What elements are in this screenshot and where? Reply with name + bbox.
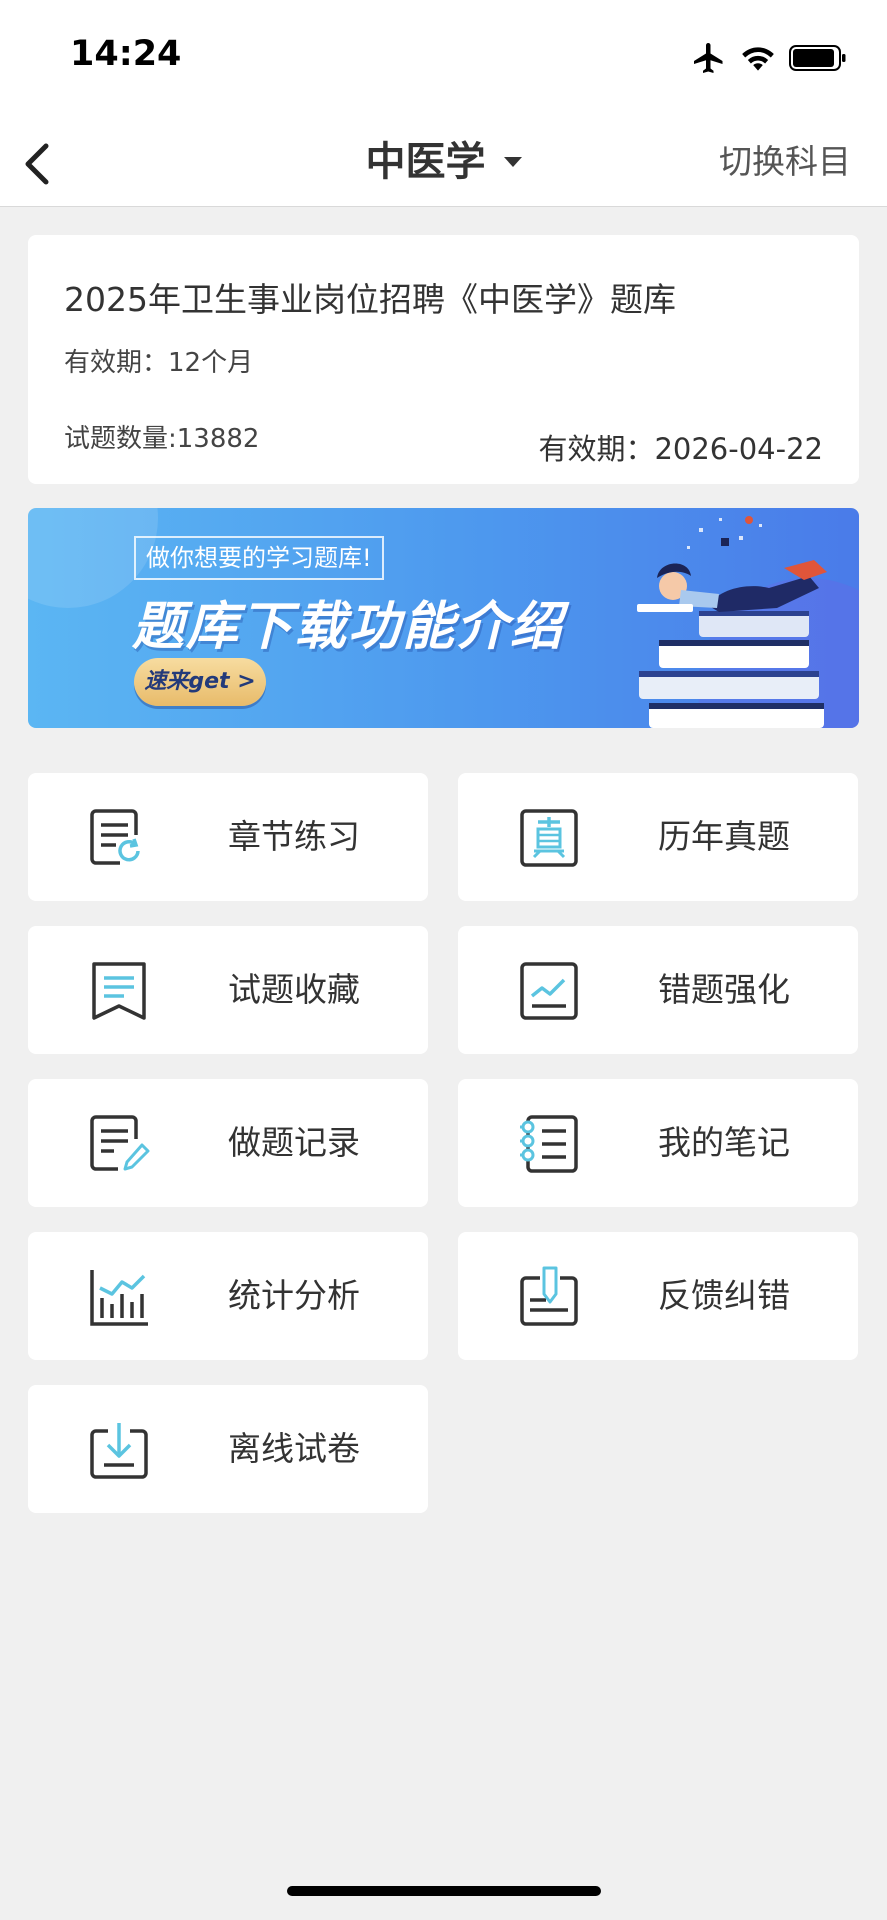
question-bank-card: 2025年卫生事业岗位招聘《中医学》题库 有效期：12个月 试题数量:13882… [28,235,859,484]
download-icon [90,1423,148,1479]
menu-item-mistake-review[interactable]: 错题强化 [458,926,858,1054]
notebook-icon [520,1115,578,1173]
wifi-icon [742,47,774,71]
menu-item-feedback[interactable]: 反馈纠错 [458,1232,858,1360]
menu-item-statistics[interactable]: 统计分析 [28,1232,428,1360]
menu-item-label: 离线试卷 [228,1429,360,1468]
status-time: 14:24 [70,34,182,74]
menu-item-label: 我的笔记 [658,1123,790,1162]
feedback-icon [520,1266,578,1326]
past-exams-icon [520,809,578,867]
navigation-bar: 中医学 切换科目 [0,120,887,207]
switch-subject-button[interactable]: 切换科目 [719,140,851,184]
home-indicator [287,1886,601,1896]
airplane-icon [694,43,723,73]
student-on-books-illustration [637,516,827,728]
validity-period: 有效期：12个月 [64,348,254,378]
menu-item-favorites[interactable]: 试题收藏 [28,926,428,1054]
menu-item-practice-record[interactable]: 做题记录 [28,1079,428,1207]
question-count: 试题数量:13882 [64,424,260,454]
mistake-review-icon [520,962,578,1020]
banner-cta-button[interactable]: 速来get > [134,658,266,706]
record-icon [90,1115,150,1171]
menu-item-label: 做题记录 [228,1123,360,1162]
card-title: 2025年卫生事业岗位招聘《中医学》题库 [64,280,676,319]
banner-title: 题库下载功能介绍 [132,597,565,657]
menu-item-my-notes[interactable]: 我的笔记 [458,1079,858,1207]
menu-item-label: 试题收藏 [228,970,360,1009]
menu-item-label: 章节练习 [228,817,360,856]
menu-item-label: 错题强化 [658,970,790,1009]
caret-down-icon [503,157,522,167]
status-bar: 14:24 [0,0,887,120]
statistics-icon [90,1270,148,1326]
status-icons [691,38,847,78]
promo-banner[interactable]: 做你想要的学习题库! 题库下载功能介绍 速来get > [28,508,859,728]
menu-item-past-exams[interactable]: 历年真题 [458,773,858,901]
menu-item-label: 统计分析 [228,1276,360,1315]
menu-item-offline-papers[interactable]: 离线试卷 [28,1385,428,1513]
chapter-practice-icon [90,809,140,865]
battery-icon [789,45,846,71]
menu-item-label: 反馈纠错 [658,1276,790,1315]
menu-item-label: 历年真题 [658,817,790,856]
page-title: 中医学 [365,139,486,185]
menu-item-chapter-practice[interactable]: 章节练习 [28,773,428,901]
bookmark-icon [92,962,146,1020]
banner-subtitle: 做你想要的学习题库! [134,536,384,580]
expire-date: 有效期：2026-04-22 [538,432,823,466]
